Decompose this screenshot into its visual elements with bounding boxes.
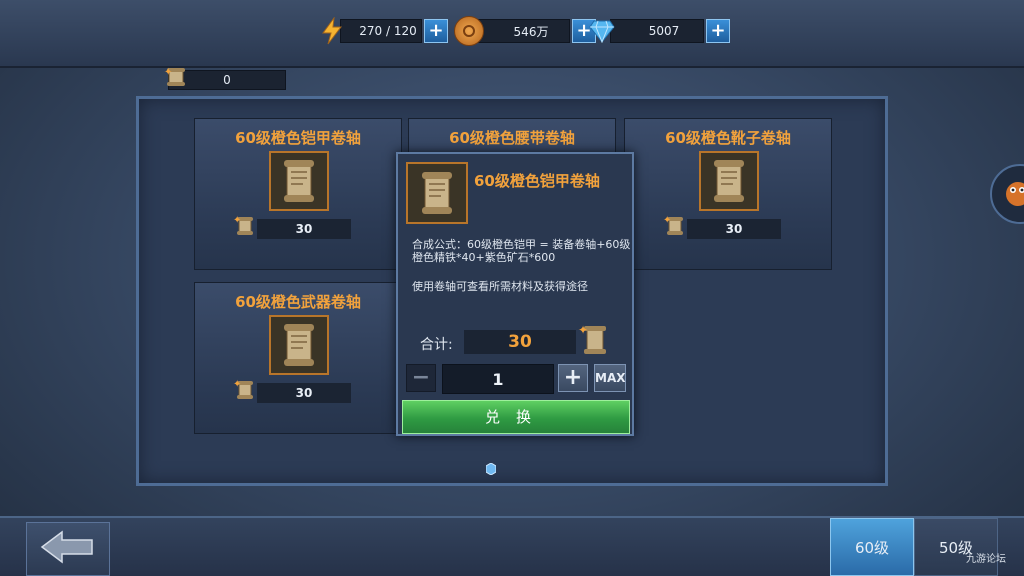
scroll-icon: [699, 151, 759, 211]
scroll-icon: ✦: [164, 66, 188, 88]
scroll-icon: [269, 151, 329, 211]
card-title: 60级橙色武器卷轴: [235, 293, 361, 311]
total-label: 合计:: [420, 337, 453, 353]
lightning-icon: [318, 17, 346, 45]
scroll-icon: ✦: [233, 214, 257, 242]
synthesis-formula: 合成公式：60级橙色铠甲 = 装备卷轴+60级橙色精铁*40+紫色矿石*600: [412, 238, 631, 264]
stamina-value: 270 / 120: [340, 19, 422, 43]
tab-level-60[interactable]: 60级: [830, 518, 914, 576]
card-cost: 30: [687, 219, 781, 239]
card-cost: 30: [257, 219, 351, 239]
scroll-icon: ✦: [663, 214, 687, 242]
svg-text:✦: ✦: [164, 67, 172, 78]
page-indicator-icon: [485, 460, 497, 476]
card-boots-scroll[interactable]: 60级橙色靴子卷轴 ✦ 30: [624, 118, 832, 270]
increase-quantity-button[interactable]: +: [558, 364, 588, 392]
total-value: 30: [464, 330, 576, 354]
add-stamina-button[interactable]: +: [424, 19, 448, 43]
exchange-popup: 60级橙色铠甲卷轴 合成公式：60级橙色铠甲 = 装备卷轴+60级橙色精铁*40…: [396, 152, 634, 436]
card-armor-scroll[interactable]: 60级橙色铠甲卷轴 ✦ 30: [194, 118, 402, 270]
max-quantity-button[interactable]: MAX: [594, 364, 626, 392]
gold-value: 546万: [478, 19, 570, 43]
diamond-value: 5007: [610, 19, 704, 43]
quantity-input[interactable]: 1: [442, 364, 554, 394]
exchange-button[interactable]: 兑换: [402, 400, 630, 434]
decrease-quantity-button[interactable]: −: [406, 364, 436, 392]
svg-text:✦: ✦: [233, 379, 241, 390]
card-title: 60级橙色腰带卷轴: [449, 129, 575, 147]
popup-title: 60级橙色铠甲卷轴: [474, 172, 600, 190]
card-title: 60级橙色铠甲卷轴: [235, 129, 361, 147]
scroll-icon: ✦: [578, 322, 612, 362]
tab-level-50[interactable]: 50级: [914, 518, 998, 576]
back-button[interactable]: [26, 522, 110, 576]
scroll-icon: [406, 162, 468, 224]
gold-resource: 546万 +: [454, 16, 596, 46]
side-menu-button[interactable]: [990, 164, 1024, 224]
coin-icon: [454, 16, 484, 46]
diamond-icon: [588, 17, 616, 45]
svg-text:✦: ✦: [233, 215, 241, 226]
stamina-resource: 270 / 120 +: [318, 17, 448, 45]
svg-text:✦: ✦: [578, 323, 588, 337]
card-cost: 30: [257, 383, 351, 403]
svg-text:✦: ✦: [663, 215, 671, 226]
add-diamond-button[interactable]: +: [706, 19, 730, 43]
card-title: 60级橙色靴子卷轴: [665, 129, 791, 147]
watermark: 九游论坛: [966, 554, 1006, 565]
scroll-icon: ✦: [233, 378, 257, 406]
back-arrow-icon: [40, 529, 96, 569]
usage-hint: 使用卷轴可查看所需材料及获得途径: [412, 280, 588, 293]
diamond-resource: 5007 +: [588, 18, 730, 44]
card-weapon-scroll[interactable]: 60级橙色武器卷轴 ✦ 30: [194, 282, 402, 434]
scroll-icon: [269, 315, 329, 375]
